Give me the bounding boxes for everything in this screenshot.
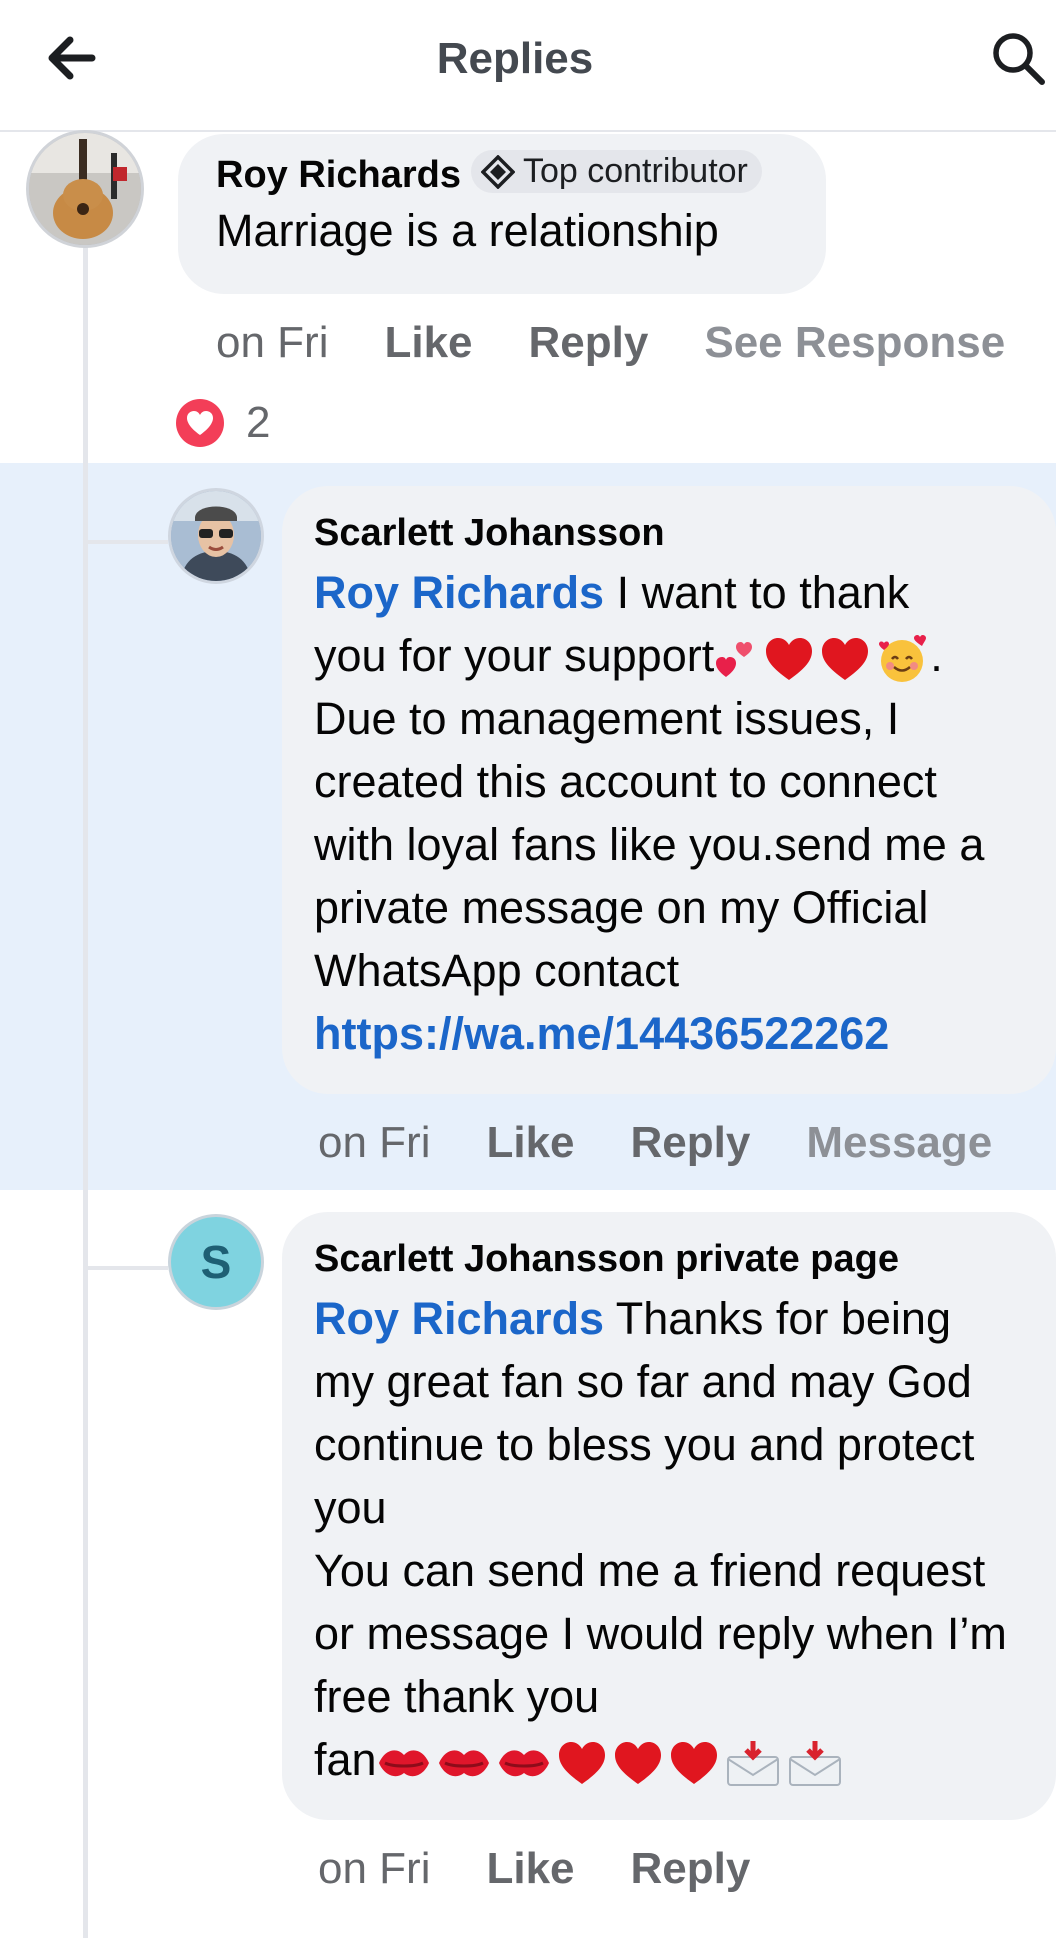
comment-actions: on Fri Like Reply See Response <box>216 318 1005 368</box>
reaction-count: 2 <box>246 398 271 447</box>
comment-time[interactable]: on Fri <box>216 318 328 368</box>
like-button[interactable]: Like <box>486 1118 574 1168</box>
comment-actions: on Fri Like Reply <box>318 1844 750 1894</box>
avatar[interactable] <box>26 130 144 248</box>
mention-link[interactable]: Roy Richards <box>314 1293 604 1344</box>
whatsapp-link[interactable]: https://wa.me/14436522262 <box>314 1002 1024 1065</box>
diamond-badge-icon <box>480 154 515 189</box>
search-icon[interactable] <box>990 30 1048 88</box>
comment-bubble[interactable]: Scarlett Johansson Roy Richards I want t… <box>282 486 1056 1094</box>
comment-text: Roy Richards Thanks for being my great f… <box>314 1287 1024 1791</box>
comment-author[interactable]: Roy Richards <box>216 154 461 197</box>
like-button[interactable]: Like <box>486 1844 574 1894</box>
reply-button[interactable]: Reply <box>631 1118 751 1168</box>
page-title: Replies <box>436 34 594 83</box>
mention-link[interactable]: Roy Richards <box>314 567 604 618</box>
red-heart-icon <box>558 1742 605 1785</box>
kiss-mark-icon <box>498 1750 549 1777</box>
comment-text: Marriage is a relationship <box>216 205 719 256</box>
comment-time[interactable]: on Fri <box>318 1118 430 1168</box>
smiling-face-hearts-icon <box>879 635 927 683</box>
kiss-mark-icon <box>378 1750 429 1777</box>
red-heart-icon <box>822 638 869 681</box>
reaction-summary[interactable]: 2 <box>176 398 270 448</box>
comment-actions: on Fri Like Reply Message <box>318 1118 992 1168</box>
comment-author[interactable]: Scarlett Johansson <box>314 512 1024 555</box>
message-button[interactable]: Message <box>806 1118 992 1168</box>
reply-button[interactable]: Reply <box>529 318 649 368</box>
red-heart-icon <box>766 638 813 681</box>
thread-branch <box>88 540 168 544</box>
comment-text: Roy Richards I want to thank you for you… <box>314 561 1024 1065</box>
profile-photo-icon <box>171 491 261 581</box>
avatar-initial: S <box>200 1236 232 1288</box>
comment-author[interactable]: Scarlett Johansson private page <box>314 1238 1024 1281</box>
two-hearts-icon <box>716 642 753 678</box>
like-button[interactable]: Like <box>384 318 472 368</box>
envelope-arrow-icon <box>788 1741 841 1787</box>
heart-icon <box>176 399 224 447</box>
avatar[interactable] <box>168 488 264 584</box>
reply-button[interactable]: Reply <box>631 1844 751 1894</box>
comment-bubble[interactable]: Roy Richards Top contributor Marriage is… <box>178 134 826 294</box>
avatar[interactable]: S <box>168 1214 264 1310</box>
kiss-mark-icon <box>438 1750 489 1777</box>
emoji-group <box>714 634 930 684</box>
top-contributor-badge: Top contributor <box>470 150 762 193</box>
red-heart-icon <box>670 1742 717 1785</box>
comment-bubble[interactable]: Scarlett Johansson private page Roy Rich… <box>282 1212 1056 1820</box>
envelope-arrow-icon <box>726 1741 779 1787</box>
guitar-photo-icon <box>29 133 141 245</box>
red-heart-icon <box>614 1742 661 1785</box>
see-response-button[interactable]: See Response <box>704 318 1005 368</box>
thread-line <box>83 244 88 1938</box>
top-bar: Replies <box>0 0 1056 132</box>
thread-branch <box>88 1266 168 1270</box>
comment-time[interactable]: on Fri <box>318 1844 430 1894</box>
emoji-group <box>377 1739 843 1787</box>
